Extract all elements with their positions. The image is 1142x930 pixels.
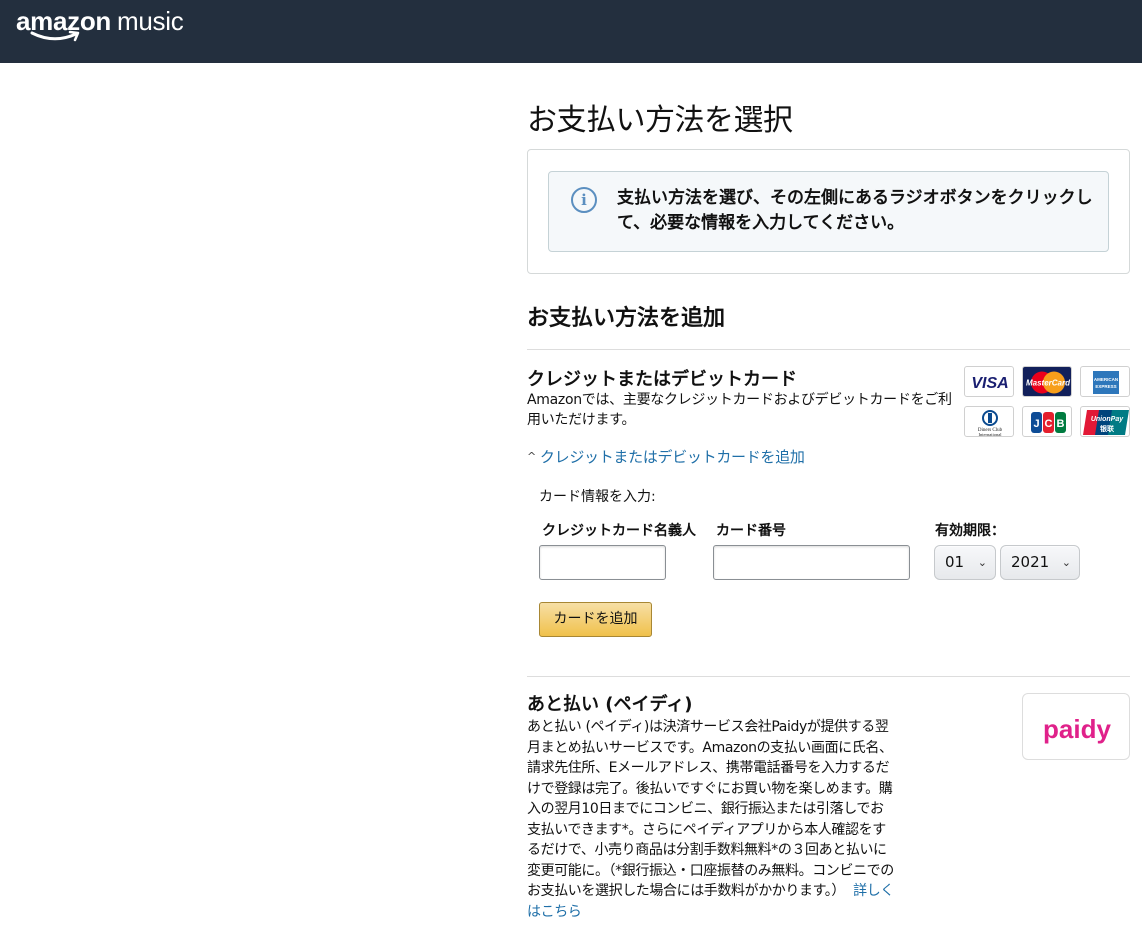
card-logos: VISA MasterCard AMERICAN EXPRESS Diners C… bbox=[964, 366, 1132, 438]
paidy-heading: あと払い (ペイディ) bbox=[527, 694, 693, 715]
expiry-label: 有効期限： bbox=[935, 523, 1005, 539]
info-alert: i 支払い方法を選び、その左側にあるラジオボタンをクリックして、必要な情報を入力… bbox=[548, 171, 1109, 252]
divider bbox=[527, 349, 1130, 350]
paidy-logo: paidy bbox=[1022, 693, 1130, 760]
chevron-down-icon: ⌄ bbox=[1061, 556, 1071, 569]
card-number-input[interactable] bbox=[713, 545, 910, 580]
top-navigation-bar: amazon music bbox=[0, 0, 1142, 63]
svg-text:B: B bbox=[1057, 418, 1065, 430]
add-card-link-label: クレジットまたはデビットカードを追加 bbox=[539, 448, 805, 466]
paidy-description-text: あと払い (ペイディ)は決済サービス会社Paidyが提供する翌月まとめ払いサービ… bbox=[527, 719, 894, 899]
svg-text:VISA: VISA bbox=[971, 375, 1008, 392]
info-message: 支払い方法を選び、その左側にあるラジオボタンをクリックして、必要な情報を入力して… bbox=[617, 188, 1093, 233]
cardholder-name-input[interactable] bbox=[539, 545, 666, 580]
svg-text:银联: 银联 bbox=[1100, 424, 1115, 433]
expiry-month-select[interactable]: 01 ⌄ bbox=[934, 545, 996, 580]
diners-club-logo: Diners Club International bbox=[964, 406, 1014, 437]
logo-product: music bbox=[117, 6, 184, 36]
mastercard-logo: MasterCard bbox=[1022, 366, 1072, 397]
svg-text:International: International bbox=[979, 432, 1003, 437]
expiry-year-select[interactable]: 2021 ⌄ bbox=[1000, 545, 1080, 580]
info-icon: i bbox=[571, 187, 597, 213]
card-number-label: カード番号 bbox=[716, 523, 786, 539]
divider bbox=[527, 676, 1130, 677]
expiry-year-value: 2021 bbox=[1011, 553, 1050, 571]
svg-text:EXPRESS: EXPRESS bbox=[1095, 384, 1116, 389]
add-card-expander-link[interactable]: ^ クレジットまたはデビットカードを追加 bbox=[527, 446, 805, 467]
svg-text:J: J bbox=[1033, 418, 1039, 430]
svg-text:MasterCard: MasterCard bbox=[1026, 379, 1071, 388]
svg-text:C: C bbox=[1045, 418, 1053, 430]
cardholder-name-label: クレジットカード名義人 bbox=[542, 523, 696, 539]
add-card-button[interactable]: カードを追加 bbox=[539, 602, 652, 637]
svg-text:UnionPay: UnionPay bbox=[1091, 416, 1124, 423]
expiry-month-value: 01 bbox=[945, 553, 965, 571]
credit-card-description: Amazonでは、主要なクレジットカードおよびデビットカードをご利用いただけます… bbox=[527, 392, 952, 428]
info-box: i 支払い方法を選び、その左側にあるラジオボタンをクリックして、必要な情報を入力… bbox=[527, 149, 1130, 274]
card-form-caption: カード情報を入力: bbox=[539, 489, 656, 505]
svg-text:AMERICAN: AMERICAN bbox=[1094, 377, 1118, 382]
svg-text:paidy: paidy bbox=[1043, 714, 1111, 744]
unionpay-logo: UnionPay 银联 bbox=[1080, 406, 1130, 437]
amazon-smile-icon bbox=[30, 30, 80, 42]
jcb-logo: JCB bbox=[1022, 406, 1072, 437]
chevron-down-icon: ⌄ bbox=[977, 556, 987, 569]
credit-card-heading: クレジットまたはデビットカード bbox=[527, 369, 797, 390]
visa-logo: VISA bbox=[964, 366, 1014, 397]
add-payment-method-heading: お支払い方法を追加 bbox=[527, 306, 726, 331]
chevron-up-icon: ^ bbox=[527, 450, 536, 463]
page-title: お支払い方法を選択 bbox=[527, 103, 793, 138]
amex-logo: AMERICAN EXPRESS bbox=[1080, 366, 1130, 397]
paidy-description: あと払い (ペイディ)は決済サービス会社Paidyが提供する翌月まとめ払いサービ… bbox=[527, 717, 897, 922]
